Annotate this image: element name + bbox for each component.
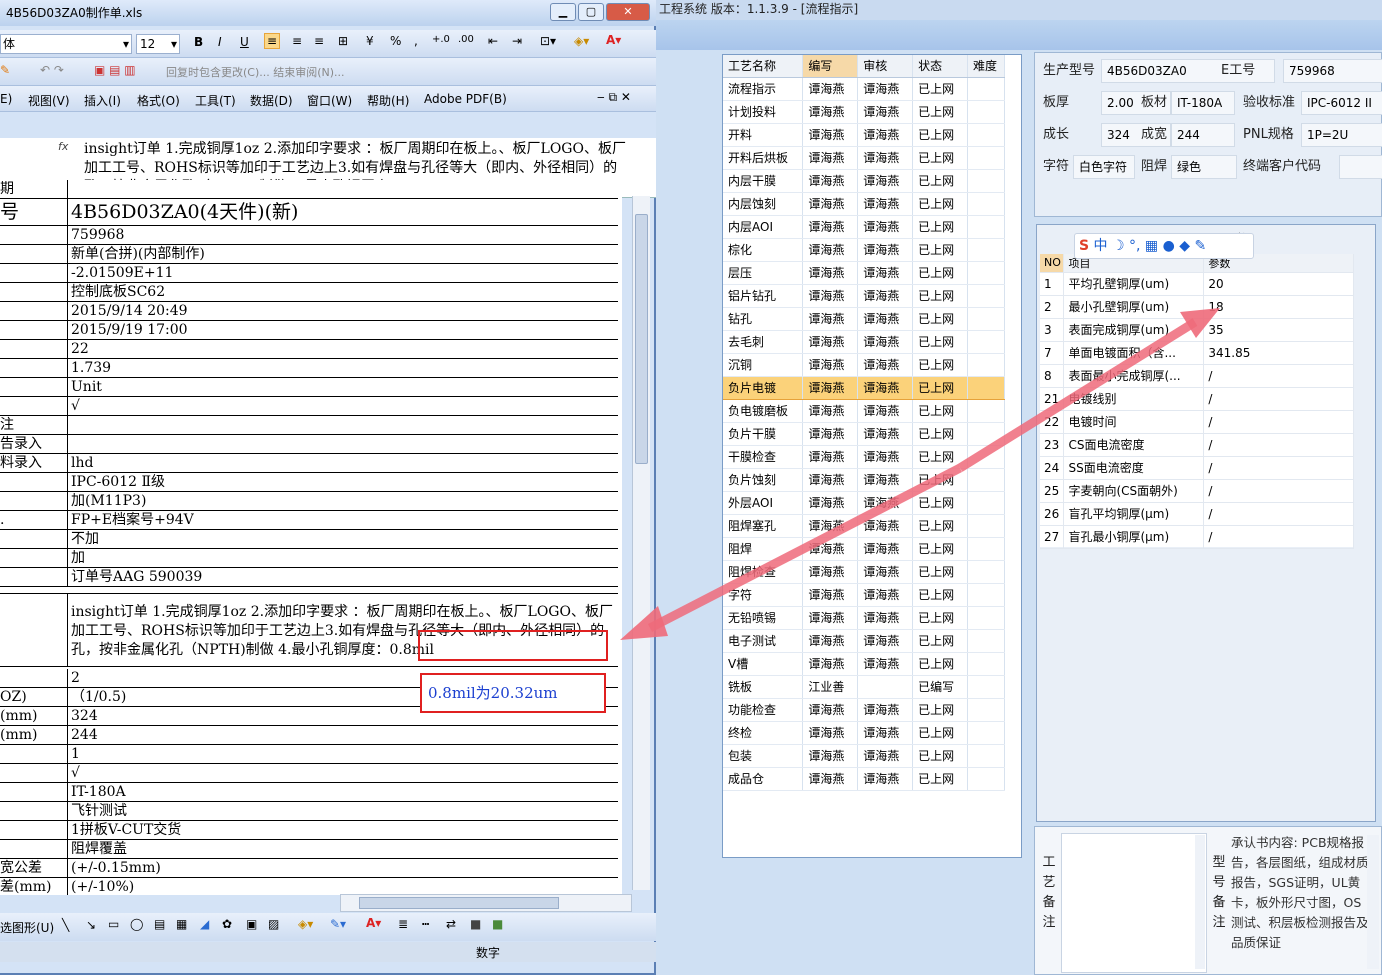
arrow-to-excel: [620, 464, 963, 640]
arrow-to-param: [957, 308, 1220, 472]
annotation-arrows: [620, 308, 1220, 640]
